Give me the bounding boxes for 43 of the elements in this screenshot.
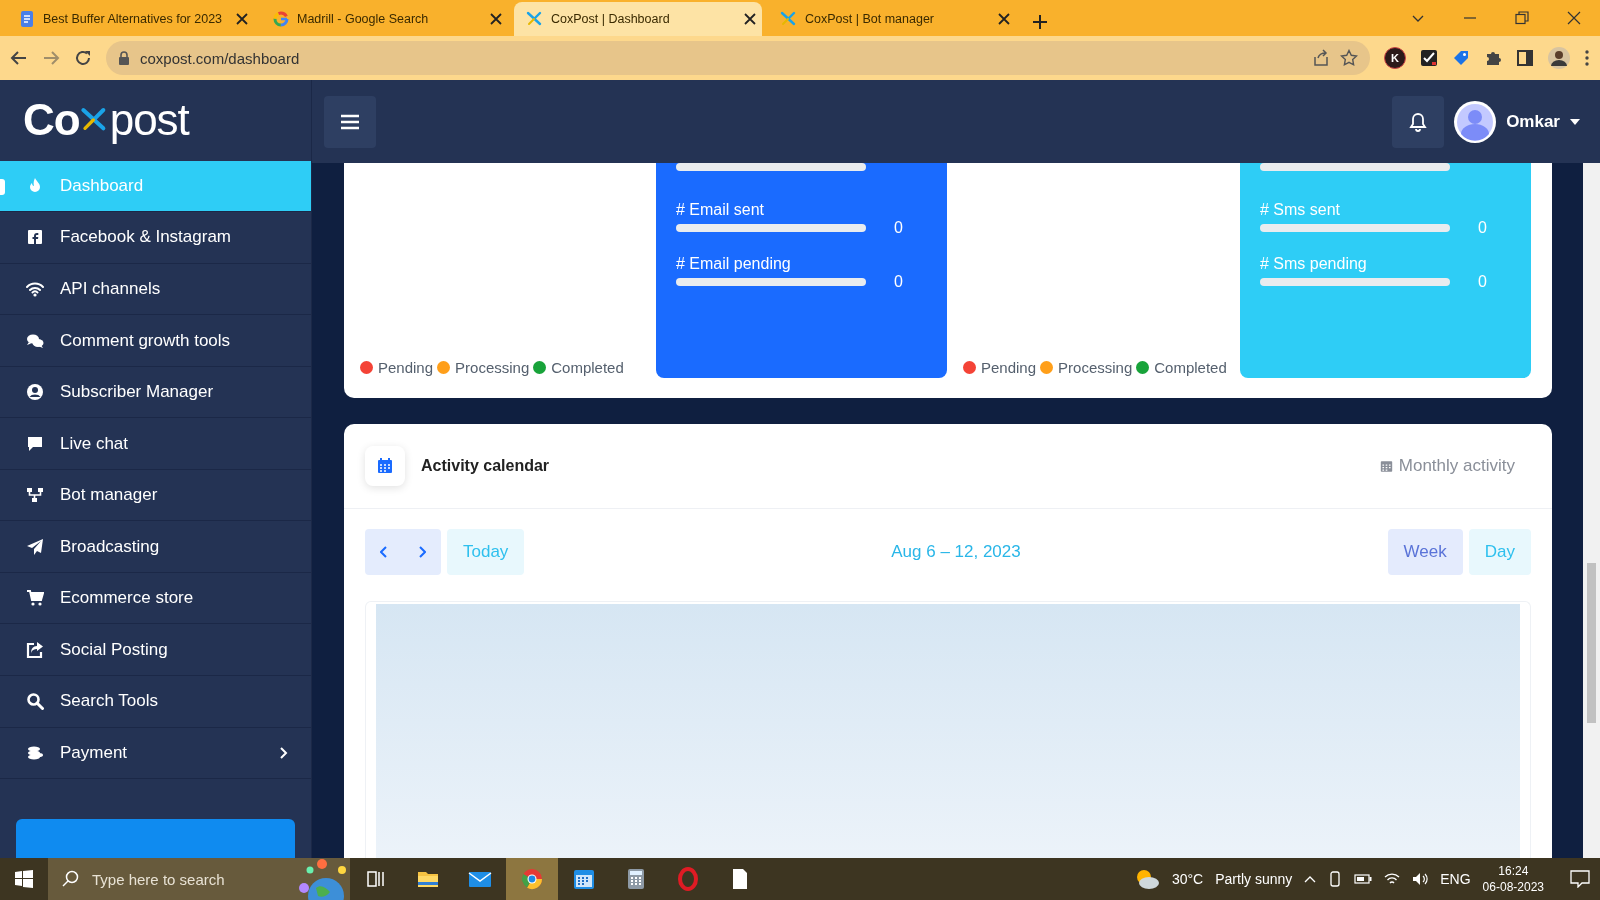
stat-label: # Sms pending: [1260, 255, 1368, 273]
clock-time[interactable]: 16:24: [1498, 863, 1529, 879]
sidebar-item[interactable]: Payment: [0, 727, 311, 780]
logo-text: post: [109, 95, 189, 146]
sidebar-item[interactable]: Live chat: [0, 418, 311, 470]
sidebar-item[interactable]: Social Posting: [0, 624, 311, 676]
sidebar-item[interactable]: Bot manager: [0, 469, 311, 522]
clock-date[interactable]: 06-08-2023: [1482, 879, 1544, 895]
user-name[interactable]: Omkar: [1506, 111, 1560, 132]
stat-value: 0: [1478, 219, 1487, 237]
sidebar-item[interactable]: Ecommerce store: [0, 572, 311, 625]
stat-value: 0: [894, 219, 903, 237]
legend-label: Completed: [1154, 359, 1227, 376]
address-bar[interactable]: coxpost.com/dashboard: [106, 41, 1370, 75]
language-indicator[interactable]: ENG: [1440, 871, 1471, 887]
browser-tab[interactable]: CoxPost | Dashboard: [514, 2, 762, 36]
stat-label: # Sms sent: [1260, 201, 1342, 219]
legend-label: Processing: [1058, 359, 1133, 376]
legend-label: Completed: [551, 359, 624, 376]
date-range: Aug 6 – 12, 2023: [890, 542, 1022, 562]
weather-condition: Partly sunny: [1215, 871, 1293, 887]
extension-badge[interactable]: K: [1384, 47, 1406, 69]
stat-label: # Email sent: [676, 201, 766, 219]
legend-label: Processing: [455, 359, 530, 376]
browser-tab[interactable]: CoxPost | Bot manager: [768, 2, 1016, 36]
sidebar-item[interactable]: Broadcasting: [0, 521, 311, 573]
search-field[interactable]: Type here to search: [48, 858, 350, 900]
legend-label: Pending: [378, 359, 434, 376]
sidebar-item[interactable]: Search Tools: [0, 676, 311, 728]
view-button[interactable]: Week: [1387, 529, 1463, 575]
logo-text: Co: [23, 95, 80, 146]
legend-label: Pending: [981, 359, 1037, 376]
stat-label: # Email pending: [676, 255, 792, 273]
stat-value: 0: [894, 273, 903, 291]
browser-tab[interactable]: Madrill - Google Search: [260, 2, 508, 36]
sidebar-item[interactable]: Subscriber Manager: [0, 366, 311, 419]
temperature: 30°C: [1171, 871, 1204, 887]
card-title: Activity calendar: [421, 457, 550, 475]
sidebar-item[interactable]: Comment growth tools: [0, 315, 311, 367]
sidebar-item[interactable]: Facebook & Instagram: [0, 212, 311, 264]
sidebar-item[interactable]: API channels: [0, 263, 311, 316]
browser-tab[interactable]: Best Buffer Alternatives for 2023: [6, 2, 254, 36]
stat-value: 0: [1478, 273, 1487, 291]
